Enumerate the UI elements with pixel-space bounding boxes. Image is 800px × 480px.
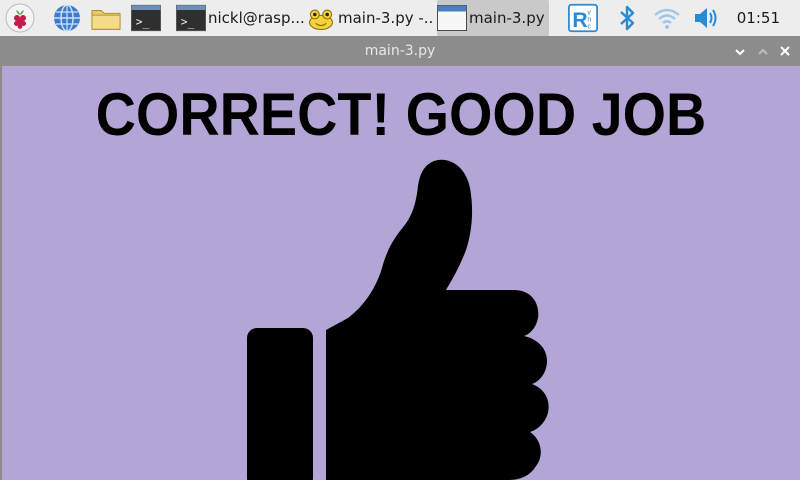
raspberry-menu-button[interactable] [5,2,35,34]
taskbar: >_ >_ nickl@rasp... main-3.py -... main-… [0,0,800,36]
svg-text:n: n [587,17,591,24]
vnc-tray-button[interactable]: R v n c [568,2,598,34]
svg-text:>_: >_ [136,16,150,29]
chevron-down-icon [734,42,746,61]
vnc-icon: R v n c [568,3,598,33]
desktop-screen: >_ >_ nickl@rasp... main-3.py -... main-… [0,0,800,480]
wifi-icon [652,3,682,33]
window-icon [437,3,467,33]
window-title: main-3.py [364,43,436,59]
task-label: main-3.py -... [338,9,434,27]
terminal-launcher-button[interactable]: >_ [131,2,161,34]
globe-icon [52,3,82,33]
task-thonny-editor[interactable]: main-3.py -... [306,2,434,34]
svg-text:R: R [572,9,587,32]
close-button[interactable] [777,43,793,59]
volume-tray-button[interactable] [692,2,722,34]
web-browser-button[interactable] [52,2,82,34]
window-menu-button[interactable] [732,43,748,59]
clock[interactable]: 01:51 [737,9,780,27]
thumbs-up-icon [246,158,566,480]
minimize-button[interactable] [755,43,771,59]
thonny-icon [306,3,336,33]
folder-icon [91,3,121,33]
bluetooth-tray-button[interactable] [612,2,642,34]
terminal-icon: >_ [131,3,161,33]
task-label: main-3.py [469,9,545,27]
chevron-up-icon [757,42,769,61]
svg-text:v: v [587,9,591,16]
task-main-window[interactable]: main-3.py [437,0,549,36]
close-icon [779,42,791,61]
svg-text:c: c [587,24,591,31]
window-content: CORRECT! GOOD JOB [2,66,800,480]
file-manager-button[interactable] [91,2,121,34]
window-titlebar[interactable]: main-3.py [0,36,800,66]
task-terminal[interactable]: >_ nickl@rasp... [176,2,304,34]
result-headline: CORRECT! GOOD JOB [95,81,707,148]
volume-icon [692,3,722,33]
task-label: nickl@rasp... [208,9,304,27]
raspberry-icon [5,3,35,33]
bluetooth-icon [612,3,642,33]
wifi-tray-button[interactable] [652,2,682,34]
terminal-icon: >_ [176,3,206,33]
svg-text:>_: >_ [181,16,195,29]
